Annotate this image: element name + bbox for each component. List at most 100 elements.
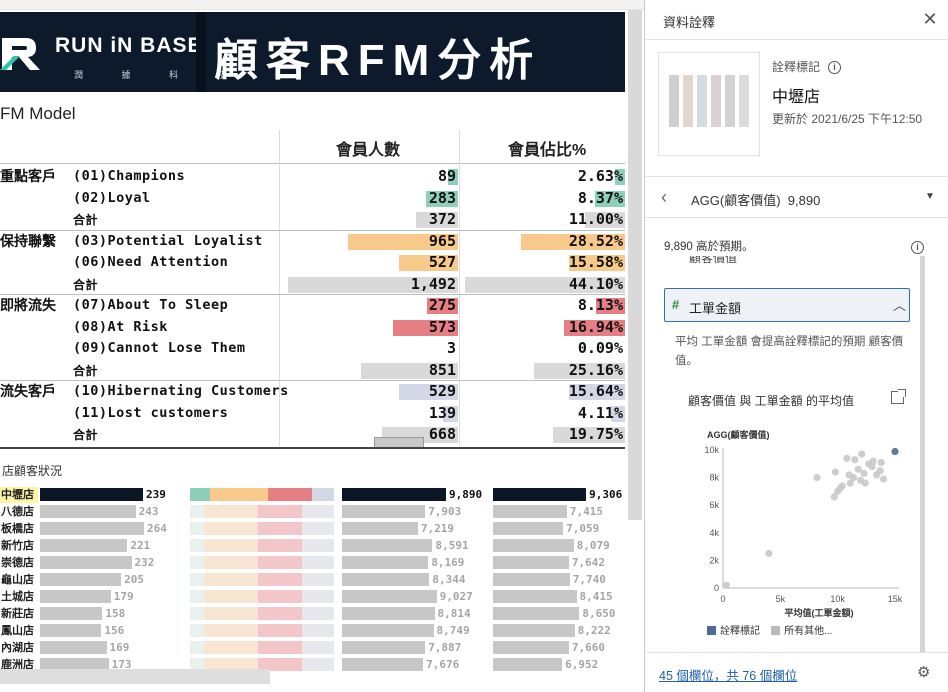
segment-mix-bar [204, 522, 258, 535]
share-cell: 25.16% [462, 361, 625, 380]
field-count-link[interactable]: 45 個欄位，共 76 個欄位 [659, 665, 797, 684]
share-cell: 19.75% [462, 425, 625, 444]
customer-value-bar [342, 607, 435, 620]
store-name: 土城店 [1, 591, 34, 603]
store-row[interactable]: 新竹店 221 8,591 8,079 [0, 538, 625, 555]
members-value: 372 [428, 210, 456, 228]
members-cell: 372 [282, 210, 458, 229]
rfm-row: 重點客戶 (01)Champions 89 2.63% [0, 166, 625, 187]
share-cell: 8.37% [462, 189, 625, 208]
store-row[interactable]: 內湖店 169 7,887 7,660 [0, 640, 625, 657]
open-external-icon[interactable] [891, 389, 906, 404]
prediction-info: i [911, 238, 924, 256]
share-cell: 15.64% [462, 382, 625, 401]
order-amount-bar [493, 590, 577, 603]
data-point [831, 468, 839, 476]
gear-icon[interactable]: ⚙ [917, 663, 930, 681]
store-row[interactable]: 土城店 179 9,027 8,415 [0, 589, 625, 606]
segment-label: 合計 [73, 363, 99, 378]
order-amount-bar [493, 573, 570, 586]
segment-label: 合計 [73, 213, 99, 227]
chevron-up-icon[interactable]: ︿ [893, 295, 906, 314]
share-cell: 0.09% [462, 339, 625, 358]
segment-label: (01)Champions [73, 168, 186, 184]
rfm-row: 即將流失 (07)About To Sleep 275 8.13% [0, 295, 625, 316]
order-amount-value: 7,642 [571, 556, 605, 569]
data-point [858, 450, 866, 458]
close-icon[interactable]: ✕ [921, 10, 939, 28]
store-row[interactable]: 八德店 243 7,903 7,415 [0, 504, 625, 521]
pane-header: 資料詮釋 ✕ [645, 0, 948, 40]
segment-mix-bar [210, 488, 268, 501]
report-vertical-scrollbar[interactable] [628, 10, 642, 520]
customer-value: 9,027 [439, 590, 473, 603]
share-cell: 44.10% [462, 275, 625, 294]
measure-selector[interactable]: ‹ AGG(顧客價值) 9,890 ▼ [645, 176, 948, 218]
members-cell: 965 [282, 232, 458, 251]
customer-value: 7,676 [426, 658, 460, 671]
field-explanation-header[interactable]: # 工單金額 ︿ [664, 288, 910, 322]
store-row[interactable]: 新莊店 158 8,814 8,650 [0, 606, 625, 623]
members-value: 668 [428, 425, 456, 443]
share-value: 11.00% [568, 210, 623, 228]
data-point [851, 456, 859, 464]
customer-value: 8,591 [435, 539, 469, 552]
share-cell: 8.13% [462, 296, 625, 315]
store-row[interactable]: 龜山店 205 8,344 7,740 [0, 572, 625, 589]
segment-label: 合計 [73, 428, 99, 442]
segment-mix-bar [302, 641, 334, 654]
segment-mix-bar [302, 522, 334, 535]
member-count-value: 158 [105, 607, 126, 620]
store-row[interactable]: 板橋店 264 7,219 7,059 [0, 521, 625, 538]
segment-label: 合計 [73, 277, 99, 292]
measure-value: 9,890 [787, 193, 821, 208]
rfm-row: (08)At Risk 573 16.94% [0, 317, 625, 338]
segment-mix-bar [258, 522, 302, 535]
info-icon[interactable]: i [911, 241, 924, 254]
customer-value: 8,749 [436, 624, 470, 637]
chart-title: 顧客價值 與 工單金額 的平均值 [688, 394, 855, 408]
report-horizontal-scrollbar[interactable] [0, 669, 270, 684]
prediction-text: 9,890 高於預期。 [664, 241, 754, 253]
segment-mix-bar [258, 539, 302, 552]
customer-value-bar [342, 624, 434, 637]
y-tick-label: 4k [709, 528, 719, 538]
clipped-explanation-item[interactable]: 顧客價值 ⌄ [664, 256, 916, 266]
member-count-bar [40, 522, 144, 535]
sheet-grid-top [0, 0, 644, 10]
rfm-row: 合計 668 19.75% [0, 424, 625, 445]
segment-mix-bar [302, 658, 334, 671]
pane-scrollbar[interactable] [920, 256, 925, 652]
segment-mix-bar [268, 488, 312, 501]
order-amount-bar [493, 522, 564, 535]
updated-timestamp: 更新於 2021/6/25 下午12:50 [772, 112, 923, 126]
dropdown-arrow-icon[interactable]: ▼ [925, 191, 935, 202]
share-header: 會員佔比% [508, 142, 587, 159]
chevron-left-icon[interactable]: ‹ [661, 187, 667, 208]
segment-mix-bar [204, 624, 258, 637]
order-amount-value: 8,650 [582, 607, 616, 620]
store-row[interactable]: 鳳山店 156 8,749 8,222 [0, 623, 625, 640]
segment-mix-bar [258, 590, 302, 603]
member-count-value: 243 [138, 505, 159, 518]
info-icon[interactable]: i [828, 61, 842, 74]
share-cell: 11.00% [462, 210, 625, 229]
segment-mix-bar [204, 641, 258, 654]
customer-value-bar [342, 556, 429, 569]
store-row[interactable]: 中壢店 239 9,890 9,306 [0, 487, 625, 504]
segment-mix-bar [190, 539, 204, 552]
chevron-down-icon[interactable]: ⌄ [902, 256, 910, 259]
legend-other-label: 所有其他... [784, 626, 833, 637]
share-value: 16.94% [568, 317, 623, 336]
members-cell: 283 [282, 189, 458, 208]
highlighted-mark-point [891, 447, 899, 456]
segment-mix-bar [302, 556, 334, 569]
member-count-bar [40, 624, 102, 637]
field-name: 工單金額 [689, 301, 742, 316]
segment-mix-bar [302, 624, 334, 637]
share-cell: 15.58% [462, 253, 625, 272]
y-tick-label: 0 [714, 583, 719, 593]
legend-swatch-mark [707, 626, 716, 635]
store-row[interactable]: 崇德店 232 8,169 7,642 [0, 555, 625, 572]
customer-value: 8,344 [432, 573, 466, 586]
